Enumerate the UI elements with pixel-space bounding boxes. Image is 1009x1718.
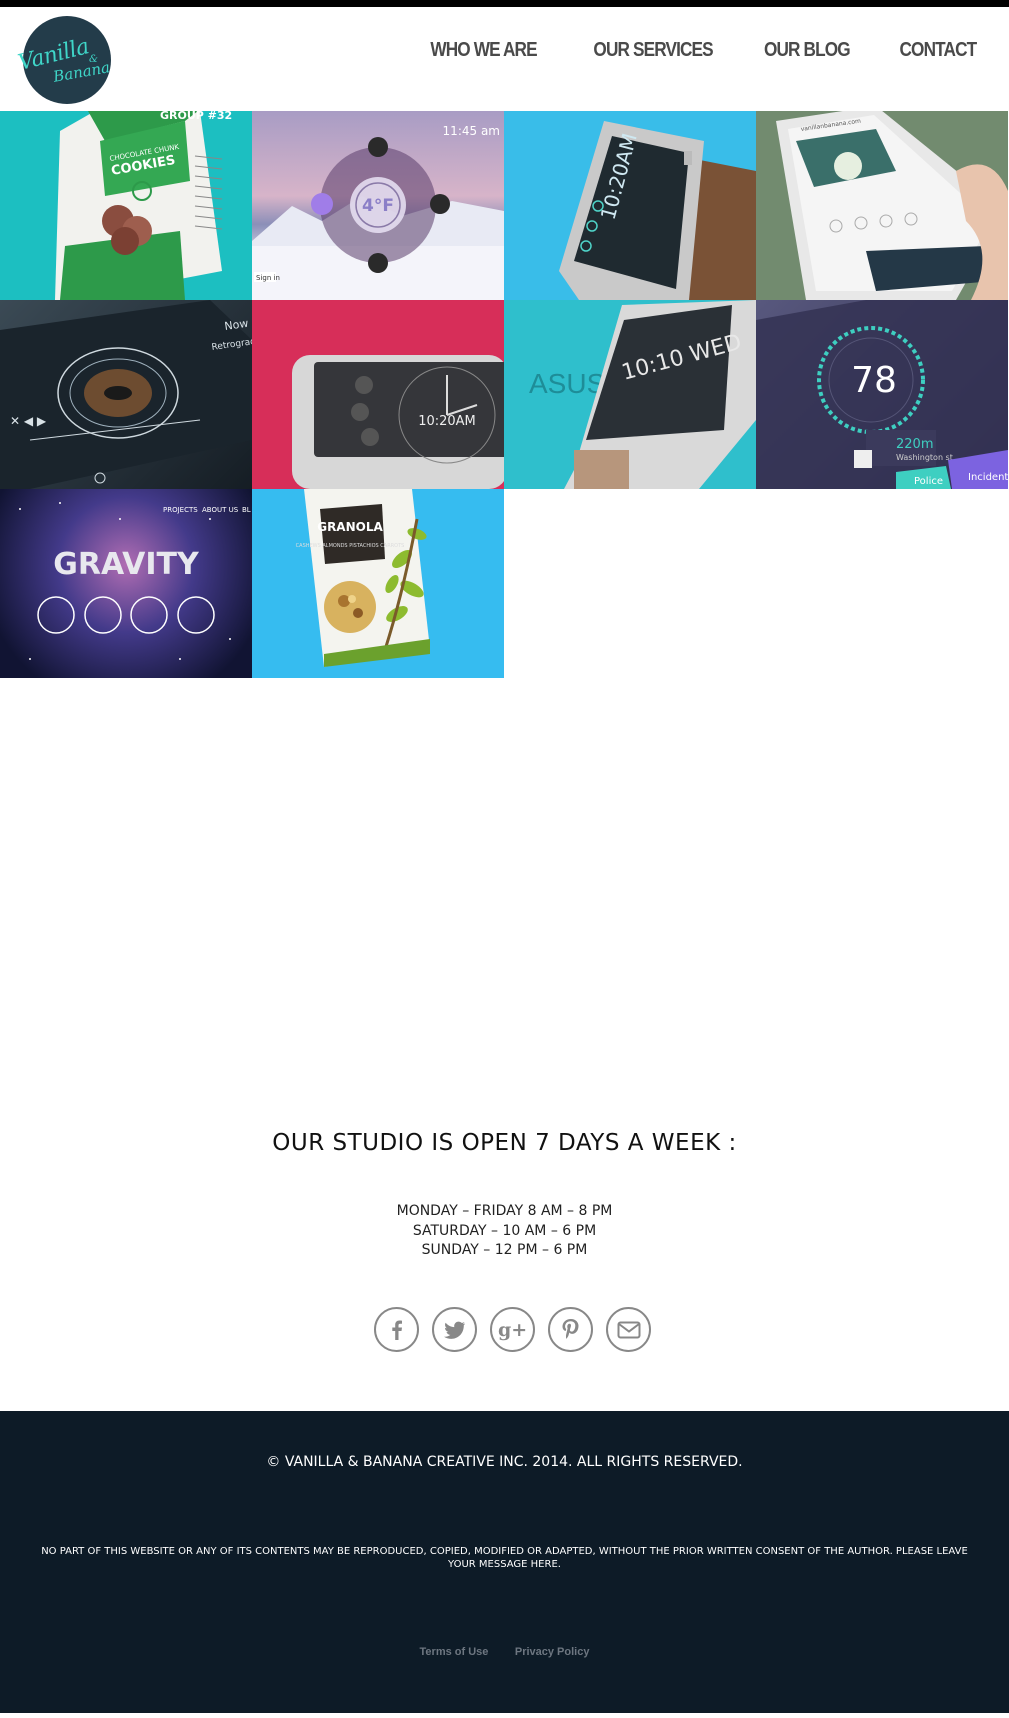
dashboard-image: 78 220m Washington st Police Incident	[756, 300, 1008, 489]
portfolio-tile-dashboard[interactable]: 78 220m Washington st Police Incident	[756, 300, 1008, 489]
hours-weekdays: MONDAY – FRIDAY 8 AM – 8 PM	[396, 1203, 613, 1219]
hours-sunday: SUNDAY – 12 PM – 6 PM	[421, 1242, 588, 1258]
nav-contact[interactable]: CONTACT	[899, 39, 977, 62]
privacy-policy-link[interactable]: Privacy Policy	[515, 1646, 590, 1658]
granola-ingredients: CASHEWS ALMONDS PISTACHIOS CARROTS	[296, 543, 405, 549]
dashboard-street: Washington st	[896, 453, 953, 462]
email-icon[interactable]	[606, 1307, 651, 1352]
studio-hours: MONDAY – FRIDAY 8 AM – 8 PM SATURDAY – 1…	[0, 1202, 1009, 1261]
portfolio-tile-weather[interactable]: 4°F 11:45 am Sign in	[252, 111, 504, 300]
portfolio-tile-asus[interactable]: ASUS Z 10:10 WED	[504, 300, 756, 489]
google-plus-icon[interactable]: g+	[490, 1307, 535, 1352]
pinterest-icon[interactable]	[548, 1307, 593, 1352]
weather-ui-image: 4°F 11:45 am Sign in	[252, 124, 504, 300]
social-links: g+	[374, 1307, 651, 1352]
portfolio-tile-phone[interactable]: vanillanbanana.com	[756, 111, 1008, 300]
music-player-image: Now Playing Retrograde ✕ ◀ ▶	[0, 300, 252, 489]
gravity-menu-blog: BL	[242, 506, 251, 514]
dashboard-number: 78	[851, 360, 897, 401]
bottom-strip	[0, 1713, 1009, 1718]
watch-pink-time: 10:20AM	[418, 414, 476, 429]
dashboard-distance: 220m	[896, 437, 933, 452]
watch-blue-image: 10:20AM	[559, 121, 756, 300]
portfolio-tile-watch-pink[interactable]: 10:20AM	[252, 300, 504, 489]
cookies-box-image: CHOCOLATE CHUNK COOKIES GROUP #32	[55, 111, 232, 300]
weather-temp: 4°F	[362, 196, 394, 216]
top-bar	[0, 0, 1009, 7]
studio-title: OUR STUDIO IS OPEN 7 DAYS A WEEK :	[272, 1130, 737, 1156]
hours-saturday: SATURDAY – 10 AM – 6 PM	[412, 1222, 597, 1239]
brand-logo[interactable]: Vanilla & Banana	[16, 16, 111, 104]
twitter-icon[interactable]	[432, 1307, 477, 1352]
dashboard-incident-button: Incident	[968, 472, 1008, 483]
site-header: Vanilla & Banana WHO WE ARE OUR SERVICES…	[0, 7, 1009, 111]
phone-hand-image: vanillanbanana.com	[776, 111, 1008, 300]
portfolio-tile-granola[interactable]: GRANOLA CASHEWS ALMONDS PISTACHIOS CARRO…	[252, 489, 504, 678]
portfolio-tile-gravity[interactable]: PROJECTS ABOUT US BL GRAVITY	[0, 489, 252, 678]
nav-our-services[interactable]: OUR SERVICES	[594, 39, 714, 62]
watch-pink-image: 10:20AM	[292, 355, 504, 489]
portfolio-tile-cookies[interactable]: CHOCOLATE CHUNK COOKIES GROUP #32	[0, 111, 252, 300]
gravity-menu-projects: PROJECTS	[163, 506, 198, 514]
facebook-icon[interactable]	[374, 1307, 419, 1352]
legal-notice: NO PART OF THIS WEBSITE OR ANY OF ITS CO…	[41, 1546, 968, 1570]
portfolio-tile-watch-blue[interactable]: 10:20AM	[504, 111, 756, 300]
gravity-word: GRAVITY	[53, 547, 200, 582]
nav-who-we-are[interactable]: WHO WE ARE	[431, 39, 538, 62]
granola-brand: GRANOLA	[317, 520, 383, 534]
weather-time: 11:45 am	[443, 124, 500, 138]
gravity-image: PROJECTS ABOUT US BL GRAVITY	[19, 502, 251, 660]
gravity-menu-about: ABOUT US	[202, 506, 239, 514]
music-heading: Now Playing	[224, 311, 252, 333]
granola-box-image: GRANOLA CASHEWS ALMONDS PISTACHIOS CARRO…	[296, 489, 430, 667]
footer-links: Terms of Use Privacy Policy	[0, 1642, 1009, 1660]
terms-of-use-link[interactable]: Terms of Use	[420, 1646, 489, 1658]
cookies-badge: GROUP #32	[160, 111, 232, 122]
dashboard-police-button: Police	[914, 476, 943, 487]
asus-watch-image: ASUS Z 10:10 WED	[529, 300, 756, 489]
nav-our-blog[interactable]: OUR BLOG	[764, 39, 851, 62]
copyright-text: © VANILLA & BANANA CREATIVE INC. 2014. A…	[266, 1454, 743, 1470]
svg-text:g+: g+	[498, 1319, 527, 1341]
main-nav: WHO WE ARE OUR SERVICES OUR BLOG CONTACT	[376, 39, 977, 62]
svg-text:✕ ◀ ▶: ✕ ◀ ▶	[10, 414, 47, 428]
site-footer: © VANILLA & BANANA CREATIVE INC. 2014. A…	[0, 1411, 1009, 1713]
weather-signin: Sign in	[256, 274, 280, 282]
portfolio-tile-music[interactable]: Now Playing Retrograde ✕ ◀ ▶	[0, 300, 252, 489]
